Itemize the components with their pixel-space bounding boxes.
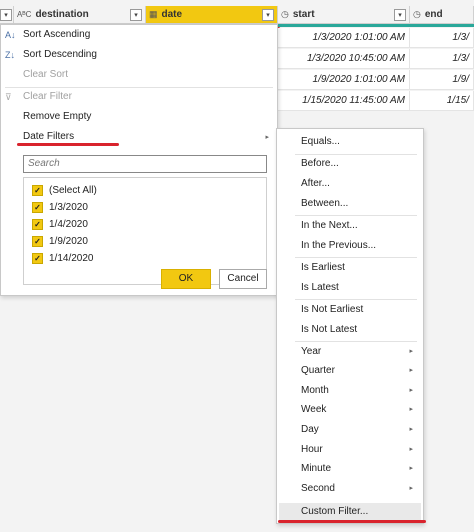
chevron-right-icon: ▸: [409, 406, 413, 413]
submenu-item-custom-filter[interactable]: Custom Filter...: [301, 503, 368, 521]
column-label-date: date: [161, 9, 183, 20]
annotation-underline: [278, 520, 426, 523]
menu-item-sort-descending[interactable]: Sort Descending: [23, 47, 97, 63]
dropdown-arrow-icon[interactable]: ▾: [262, 9, 274, 21]
column-header-prev[interactable]: ▾: [0, 6, 14, 24]
list-item-label: 1/14/2020: [49, 252, 94, 264]
table-cell[interactable]: 1/9/2020 1:01:00 AM: [278, 70, 410, 90]
chevron-right-icon: ▸: [409, 348, 413, 355]
submenu-item-is-earliest[interactable]: Is Earliest: [301, 259, 345, 277]
sort-ascending-icon: A↓: [5, 30, 16, 40]
submenu-item-is-latest[interactable]: Is Latest: [301, 279, 339, 297]
submenu-item-week[interactable]: Week: [301, 401, 326, 419]
submenu-item-quarter[interactable]: Quarter: [301, 362, 335, 380]
list-item[interactable]: ✓ 1/3/2020: [32, 199, 88, 215]
clear-filter-icon: ⊽: [5, 92, 12, 102]
chevron-right-icon: ▸: [409, 426, 413, 433]
submenu-item-in-the-previous[interactable]: In the Previous...: [301, 237, 376, 255]
submenu-item-before[interactable]: Before...: [301, 155, 339, 173]
submenu-item-year[interactable]: Year: [301, 343, 321, 361]
list-item-label: 1/3/2020: [49, 201, 88, 213]
menu-divider: [295, 341, 417, 342]
date-filters-submenu: Equals... Before... After... Between... …: [276, 128, 424, 524]
search-input[interactable]: Search: [23, 155, 267, 173]
list-item-label: 1/4/2020: [49, 218, 88, 230]
chevron-right-icon: ▸: [409, 465, 413, 472]
table-cell[interactable]: 1/3/2020 10:45:00 AM: [278, 49, 410, 69]
list-item[interactable]: ✓ 1/9/2020: [32, 233, 88, 249]
table-cell[interactable]: 1/3/: [410, 28, 474, 48]
checkbox-checked-icon[interactable]: ✓: [32, 252, 43, 264]
text-type-icon: AᴮC: [17, 10, 32, 19]
calendar-icon: ▦: [149, 9, 158, 19]
submenu-item-hour[interactable]: Hour: [301, 441, 323, 459]
chevron-right-icon: ▸: [409, 485, 413, 492]
column-label-end: end: [424, 9, 443, 20]
menu-item-clear-sort[interactable]: Clear Sort: [23, 67, 68, 83]
datetime-icon: ◷: [413, 9, 421, 19]
submenu-item-month[interactable]: Month: [301, 382, 329, 400]
datetime-icon: ◷: [281, 9, 289, 19]
column-quality-bar: [278, 24, 474, 27]
column-header-date[interactable]: ▦ date ▾: [146, 6, 278, 24]
cancel-button[interactable]: Cancel: [219, 269, 267, 289]
checkbox-checked-icon[interactable]: ✓: [32, 235, 43, 247]
checkbox-checked-icon[interactable]: ✓: [32, 218, 43, 230]
submenu-item-minute[interactable]: Minute: [301, 460, 331, 478]
annotation-underline: [17, 143, 119, 146]
table-cell[interactable]: 1/3/: [410, 49, 474, 69]
list-item[interactable]: ✓ 1/4/2020: [32, 216, 88, 232]
chevron-right-icon: ▸: [409, 446, 413, 453]
column-header-destination[interactable]: AᴮC destination ▾: [14, 6, 146, 24]
checkbox-checked-icon[interactable]: ✓: [32, 201, 43, 213]
column-header-end[interactable]: ◷ end: [410, 6, 474, 24]
menu-item-sort-ascending[interactable]: Sort Ascending: [23, 27, 90, 43]
dropdown-arrow-icon[interactable]: ▾: [394, 9, 406, 21]
submenu-item-between[interactable]: Between...: [301, 195, 348, 213]
menu-divider: [295, 299, 417, 300]
submenu-item-is-not-earliest[interactable]: Is Not Earliest: [301, 301, 363, 319]
dropdown-arrow-icon[interactable]: ▾: [130, 9, 142, 21]
table-cell[interactable]: 1/15/2020 11:45:00 AM: [278, 91, 410, 111]
list-item[interactable]: ✓ (Select All): [32, 182, 97, 198]
chevron-right-icon: ▸: [409, 367, 413, 374]
chevron-right-icon: ▸: [265, 134, 269, 141]
column-label-start: start: [292, 9, 315, 20]
submenu-item-in-the-next[interactable]: In the Next...: [301, 217, 358, 235]
column-header-start[interactable]: ◷ start ▾: [278, 6, 410, 24]
table-cell[interactable]: 1/9/: [410, 70, 474, 90]
menu-item-clear-filter[interactable]: Clear Filter: [23, 89, 72, 105]
list-item-label: (Select All): [49, 184, 97, 196]
table-cell[interactable]: 1/3/2020 1:01:00 AM: [278, 28, 410, 48]
submenu-item-day[interactable]: Day: [301, 421, 319, 439]
list-item[interactable]: ✓ 1/14/2020: [32, 250, 94, 266]
chevron-right-icon: ▸: [409, 387, 413, 394]
menu-item-remove-empty[interactable]: Remove Empty: [23, 109, 91, 125]
menu-divider: [5, 87, 273, 88]
submenu-item-after[interactable]: After...: [301, 175, 330, 193]
sort-descending-icon: Z↓: [5, 50, 15, 60]
filter-menu: A↓ Sort Ascending Z↓ Sort Descending Cle…: [0, 24, 278, 296]
list-item-label: 1/9/2020: [49, 235, 88, 247]
submenu-item-second[interactable]: Second: [301, 480, 335, 498]
submenu-item-equals[interactable]: Equals...: [301, 133, 340, 151]
submenu-item-is-not-latest[interactable]: Is Not Latest: [301, 321, 357, 339]
ok-button[interactable]: OK: [161, 269, 211, 289]
column-label-destination: destination: [35, 9, 89, 20]
dropdown-arrow-icon[interactable]: ▾: [0, 9, 12, 21]
table-cell[interactable]: 1/15/: [410, 91, 474, 111]
menu-divider: [295, 215, 417, 216]
menu-divider: [295, 257, 417, 258]
checkbox-checked-icon[interactable]: ✓: [32, 184, 43, 196]
